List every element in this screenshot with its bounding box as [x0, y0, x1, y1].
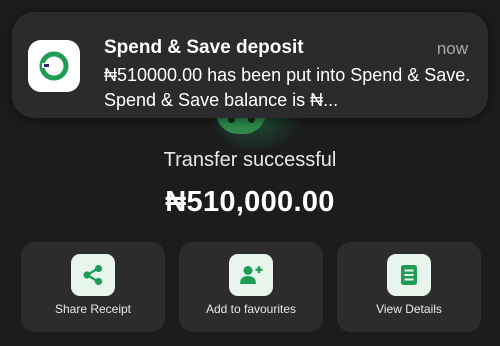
share-receipt-label: Share Receipt — [54, 302, 132, 316]
share-receipt-button[interactable]: Share Receipt — [21, 242, 165, 332]
notification-title: Spend & Save deposit — [104, 37, 304, 58]
notification-banner[interactable]: Spend & Save deposit now ₦510000.00 has … — [12, 12, 488, 118]
view-details-label: View Details — [376, 302, 442, 316]
add-user-icon — [229, 254, 273, 296]
transfer-amount: ₦510,000.00 — [165, 186, 335, 218]
add-to-favourites-button[interactable]: Add to favourites — [179, 242, 323, 332]
notification-message: ₦510000.00 has been put into Spend & Sav… — [104, 65, 471, 110]
share-icon — [71, 254, 115, 296]
notification-time: now — [436, 39, 468, 58]
document-list-icon — [387, 254, 431, 296]
app-icon — [28, 40, 80, 92]
add-to-favourites-label: Add to favourites — [205, 302, 297, 316]
view-details-button[interactable]: View Details — [337, 242, 481, 332]
transfer-status: Transfer successful — [163, 149, 337, 171]
